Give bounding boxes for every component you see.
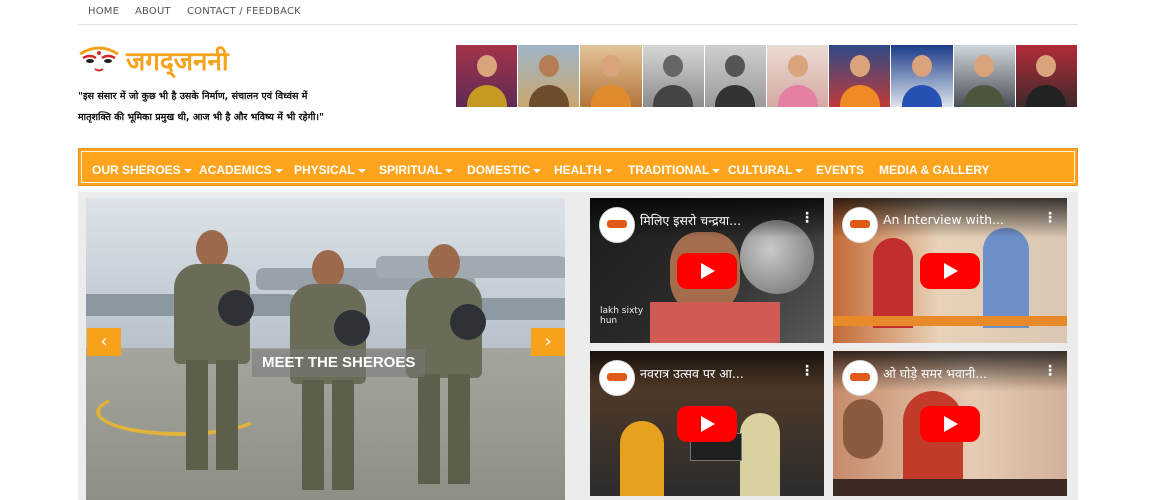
nav-academics[interactable]: ACADEMICS xyxy=(199,163,283,177)
subtitle-line: lakh sixty xyxy=(600,306,644,316)
top-nav: HOME ABOUT CONTACT / FEEDBACK xyxy=(78,0,1078,25)
nav-item-label: MEDIA & GALLERY xyxy=(879,163,990,177)
nav-our-sheroes[interactable]: OUR SHEROES xyxy=(92,163,192,177)
nav-about-link[interactable]: ABOUT xyxy=(135,6,171,17)
more-options-icon[interactable]: ⋮ xyxy=(1043,363,1057,379)
nav-item-label: PHYSICAL xyxy=(294,163,355,177)
play-button[interactable] xyxy=(920,253,980,289)
nav-contact-link[interactable]: CONTACT / FEEDBACK xyxy=(187,6,301,17)
nav-media-gallery[interactable]: MEDIA & GALLERY xyxy=(879,163,989,177)
video-subtitle: lakh sixty hun xyxy=(600,306,643,326)
caret-down-icon xyxy=(795,168,804,173)
caret-down-icon xyxy=(357,168,366,173)
nav-events[interactable]: EVENTS xyxy=(816,163,864,177)
nav-item-label: OUR SHEROES xyxy=(92,163,181,177)
tagline: "इस संसार में जो कुछ भी है उसके निर्माण,… xyxy=(78,86,438,128)
play-button[interactable] xyxy=(677,253,737,289)
video-banner-strip xyxy=(833,316,1067,326)
banner-photo xyxy=(580,45,643,107)
more-options-icon[interactable]: ⋮ xyxy=(800,363,814,379)
channel-logo[interactable] xyxy=(599,207,635,243)
chevron-right-icon: › xyxy=(544,331,552,352)
nav-item-label: TRADITIONAL xyxy=(628,163,710,177)
video-title[interactable]: ओ घोड़े समर भवानी... xyxy=(883,365,1033,382)
banner-photo xyxy=(642,45,705,107)
person-image xyxy=(983,228,1029,328)
banner-photo xyxy=(518,45,581,107)
nav-home-link[interactable]: HOME xyxy=(88,6,119,17)
video-banner-strip xyxy=(833,479,1067,496)
caret-down-icon xyxy=(445,168,454,173)
video-title[interactable]: An Interview with... xyxy=(883,212,1033,227)
speaker-clothing xyxy=(650,302,780,343)
video-thumbnail[interactable]: मिलिए इसरो चन्द्रया... ⋮ lakh sixty hun xyxy=(590,198,824,343)
play-button[interactable] xyxy=(920,406,980,442)
banner-photo xyxy=(1015,45,1079,107)
nav-physical[interactable]: PHYSICAL xyxy=(294,163,366,177)
goddess-face-icon xyxy=(79,46,119,72)
nav-item-label: SPIRITUAL xyxy=(379,163,443,177)
play-icon xyxy=(944,416,958,432)
video-thumbnail[interactable]: नवरात्र उत्सव पर आ... ⋮ xyxy=(590,351,824,496)
slide-runway-marking xyxy=(96,388,264,436)
nav-item-label: EVENTS xyxy=(816,163,865,177)
nav-item-label: HEALTH xyxy=(554,163,602,177)
play-icon xyxy=(701,416,715,432)
channel-logo[interactable] xyxy=(599,360,635,396)
header-banner xyxy=(456,45,1079,107)
play-icon xyxy=(944,263,958,279)
channel-logo[interactable] xyxy=(842,207,878,243)
video-thumbnail[interactable]: ओ घोड़े समर भवानी... ⋮ xyxy=(833,351,1067,496)
channel-logo[interactable] xyxy=(842,360,878,396)
caret-down-icon xyxy=(712,168,721,173)
nav-item-label: CULTURAL xyxy=(728,163,793,177)
slider-next-button[interactable]: › xyxy=(531,328,565,356)
person-image xyxy=(620,421,664,496)
banner-photo xyxy=(953,45,1016,107)
caret-down-icon xyxy=(533,168,542,173)
nav-health[interactable]: HEALTH xyxy=(554,163,613,177)
more-options-icon[interactable]: ⋮ xyxy=(800,210,814,226)
tagline-line-2: मातृशक्ति की भूमिका प्रमुख थी, आज भी है … xyxy=(78,112,324,123)
caret-down-icon xyxy=(183,168,192,173)
video-title[interactable]: मिलिए इसरो चन्द्रया... xyxy=(640,212,790,229)
main-nav: OUR SHEROES ACADEMICS PHYSICAL SPIRITUAL… xyxy=(78,148,1078,186)
logo-text: जगद्जननी xyxy=(126,47,229,77)
banner-photo xyxy=(891,45,954,107)
caret-down-icon xyxy=(274,168,283,173)
nav-domestic[interactable]: DOMESTIC xyxy=(467,163,542,177)
nav-item-label: DOMESTIC xyxy=(467,163,531,177)
play-icon xyxy=(701,263,715,279)
video-title[interactable]: नवरात्र उत्सव पर आ... xyxy=(640,365,790,382)
site-logo[interactable]: जगद्जननी xyxy=(78,40,338,80)
painting-image xyxy=(843,399,883,459)
banner-photo xyxy=(829,45,892,107)
banner-photo xyxy=(767,45,830,107)
nav-traditional[interactable]: TRADITIONAL xyxy=(628,163,721,177)
play-button[interactable] xyxy=(677,406,737,442)
subtitle-line: hun xyxy=(600,316,618,326)
caret-down-icon xyxy=(604,168,613,173)
tagline-line-1: "इस संसार में जो कुछ भी है उसके निर्माण,… xyxy=(78,91,308,102)
banner-photo xyxy=(704,45,768,107)
main-nav-inner: OUR SHEROES ACADEMICS PHYSICAL SPIRITUAL… xyxy=(81,151,1075,183)
person-image xyxy=(873,238,913,328)
chevron-left-icon: ‹ xyxy=(100,331,108,352)
more-options-icon[interactable]: ⋮ xyxy=(1043,210,1057,226)
banner-photo xyxy=(456,45,519,107)
person-image xyxy=(740,413,780,496)
slider-prev-button[interactable]: ‹ xyxy=(87,328,121,356)
nav-cultural[interactable]: CULTURAL xyxy=(728,163,804,177)
video-thumbnail[interactable]: An Interview with... ⋮ xyxy=(833,198,1067,343)
slide-jet xyxy=(376,256,565,278)
nav-spiritual[interactable]: SPIRITUAL xyxy=(379,163,454,177)
slider-caption: MEET THE SHEROES xyxy=(252,349,426,377)
nav-item-label: ACADEMICS xyxy=(199,163,272,177)
